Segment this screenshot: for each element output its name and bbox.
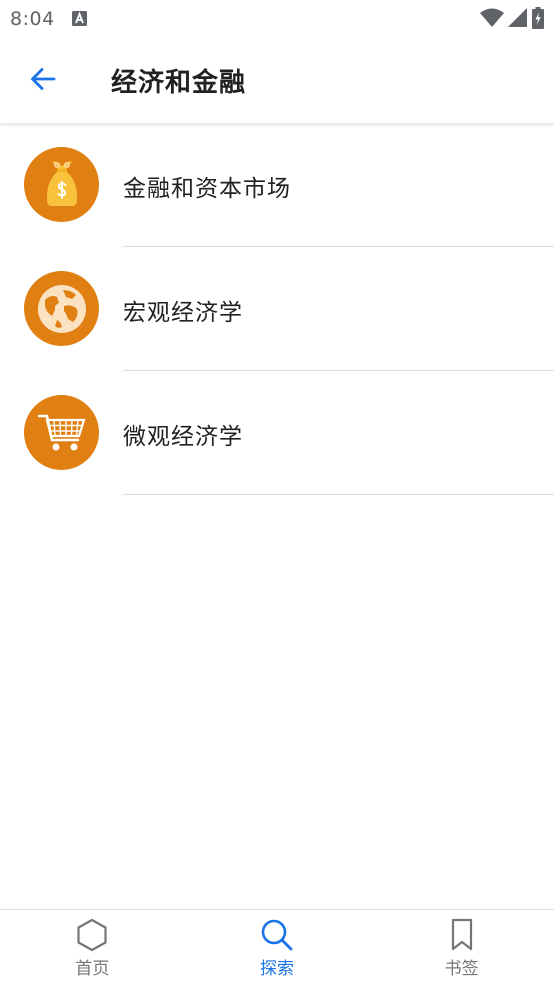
divider (123, 494, 554, 495)
wifi-icon (480, 8, 504, 32)
nav-item-explore[interactable]: 探索 (185, 910, 370, 985)
item-label: 宏观经济学 (123, 300, 243, 326)
nav-label-explore: 探索 (260, 959, 294, 979)
nav-label-home: 首页 (75, 959, 110, 979)
list-item-macroeconomics[interactable]: 宏观经济学 (0, 247, 554, 371)
globe-icon (24, 271, 99, 346)
item-label: 微观经济学 (123, 424, 243, 450)
hexagon-home-icon (75, 918, 109, 952)
status-bar: 8:04 (0, 0, 554, 38)
nav-item-bookmarks[interactable]: 书签 (369, 910, 554, 985)
screen: 8:04 经济和金融 金融和资本市场 宏观经济学 微观经济学 首页 探索 书签 (0, 0, 554, 985)
bookmark-icon (445, 918, 479, 952)
status-icons (480, 7, 544, 33)
a-notification-icon (72, 11, 87, 26)
bottom-nav: 首页 探索 书签 (0, 909, 554, 985)
search-icon (260, 918, 294, 952)
category-list: 金融和资本市场 宏观经济学 微观经济学 (0, 123, 554, 495)
status-time: 8:04 (10, 8, 55, 30)
page-title: 经济和金融 (111, 68, 247, 98)
back-button[interactable] (22, 60, 64, 102)
nav-item-home[interactable]: 首页 (0, 910, 185, 985)
list-item-microeconomics[interactable]: 微观经济学 (0, 371, 554, 495)
signal-icon (508, 8, 528, 32)
shopping-cart-icon (24, 395, 99, 470)
item-label: 金融和资本市场 (123, 176, 291, 202)
battery-charging-icon (532, 7, 544, 33)
list-item-finance-capital-markets[interactable]: 金融和资本市场 (0, 123, 554, 247)
arrow-left-icon (29, 65, 57, 97)
money-bag-icon (24, 147, 99, 222)
nav-label-bookmarks: 书签 (444, 959, 479, 979)
app-bar: 经济和金融 (0, 38, 554, 123)
